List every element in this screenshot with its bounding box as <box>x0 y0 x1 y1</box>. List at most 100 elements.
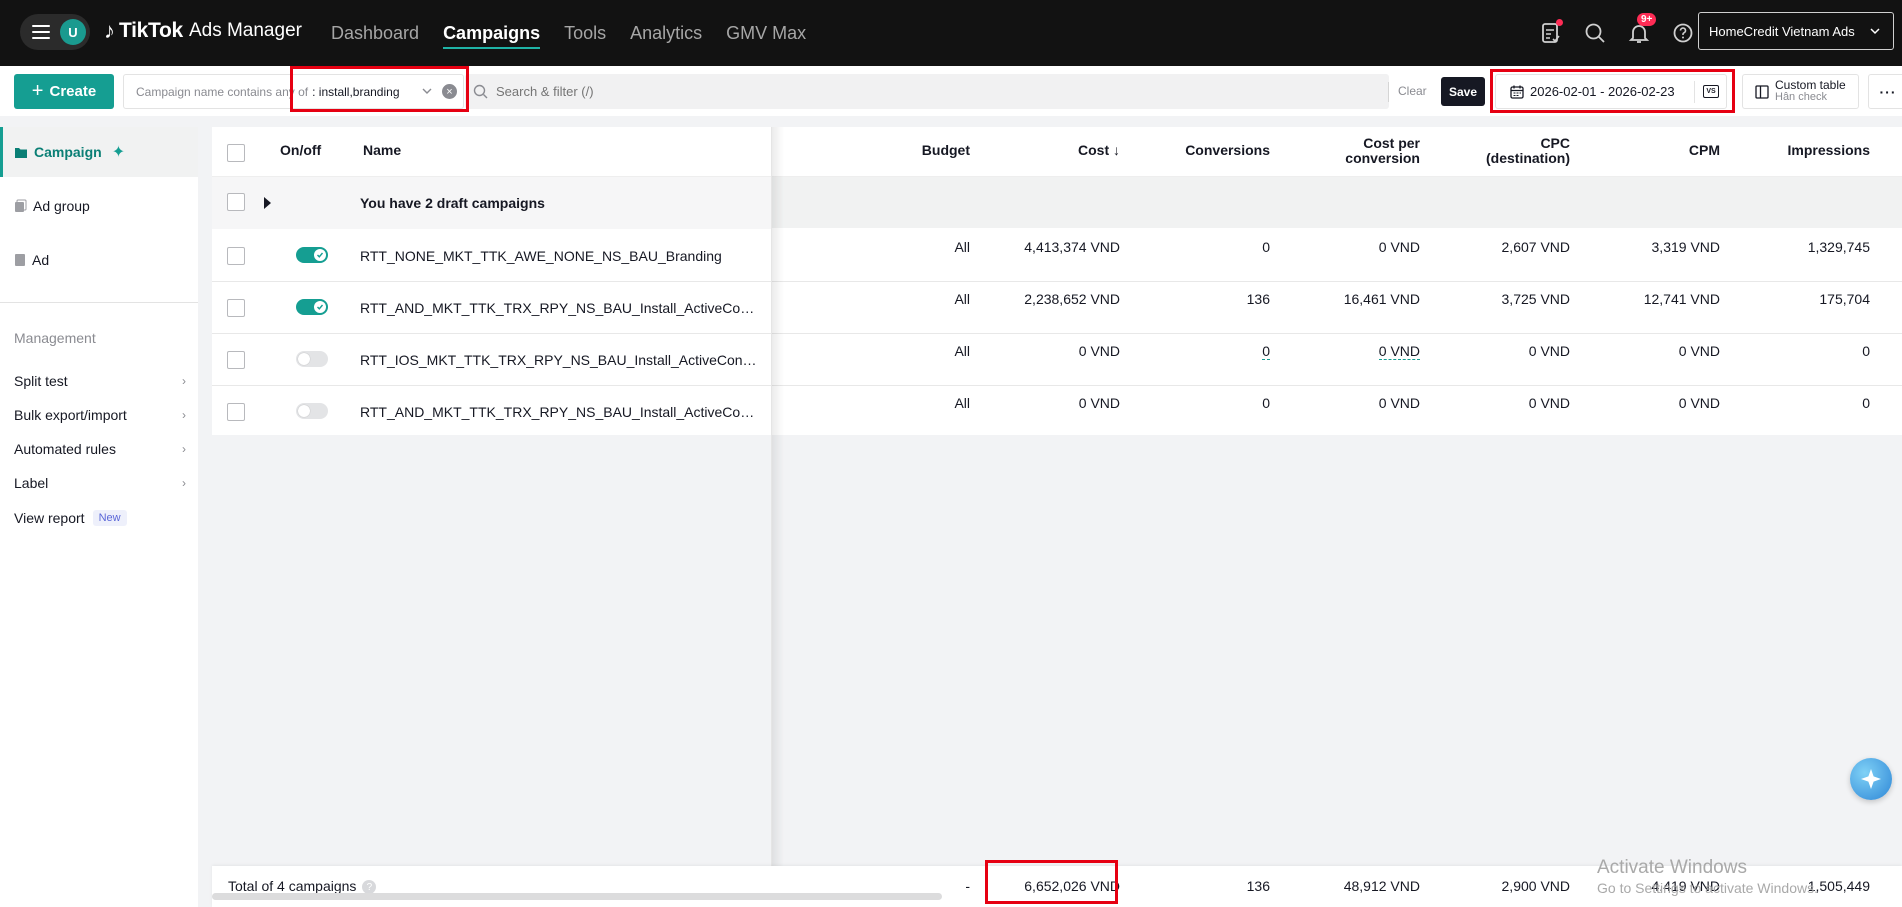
cell-conversions: 136 <box>1246 291 1270 307</box>
sidebar-item-bulk-export-import[interactable]: Bulk export/import › <box>14 407 186 423</box>
hamburger-icon[interactable] <box>32 25 50 39</box>
frozen-column-divider <box>771 127 772 907</box>
ai-assistant-button[interactable] <box>1850 758 1892 800</box>
draft-row-checkbox[interactable] <box>227 193 245 211</box>
header-cpc-destination[interactable]: CPC (destination) <box>1486 136 1570 165</box>
folder-icon <box>14 146 28 159</box>
create-button-label: Create <box>49 83 97 100</box>
custom-table-button[interactable]: Custom table Hân check <box>1742 74 1859 109</box>
status-toggle-on[interactable] <box>296 247 328 263</box>
tab-campaigns[interactable]: Campaigns <box>443 0 541 66</box>
status-toggle-off[interactable] <box>296 351 328 367</box>
plus-icon: + <box>31 80 44 102</box>
compare-icon[interactable]: VS <box>1703 85 1719 98</box>
help-icon[interactable] <box>1669 19 1697 47</box>
table-row[interactable]: RTT_IOS_MKT_TTK_TRX_RPY_NS_BAU_Install_A… <box>212 334 1902 386</box>
sidebar-item-split-test[interactable]: Split test › <box>14 373 186 389</box>
new-badge: New <box>92 510 127 526</box>
save-button[interactable]: Save <box>1441 77 1485 106</box>
status-toggle-off[interactable] <box>296 403 328 419</box>
cell-cpc: 3,725 VND <box>1501 291 1570 307</box>
header-cost-per-conversion-line2: conversion <box>1345 149 1420 166</box>
top-navigation-bar: U ♪ TikTok Ads Manager Dashboard Campaig… <box>0 0 1902 66</box>
account-selector[interactable]: HomeCredit Vietnam Ads <box>1698 12 1894 50</box>
clear-button[interactable]: Clear <box>1398 84 1427 98</box>
sidebar-item-label: Ad group <box>33 198 90 214</box>
sparkle-icon[interactable]: ✦ <box>112 142 125 162</box>
sidebar-item-view-report[interactable]: View report New <box>14 510 186 526</box>
sparkle-star-icon <box>1861 769 1881 789</box>
date-range-text: 2026-02-01 - 2026-02-23 <box>1530 84 1675 99</box>
horizontal-scrollbar[interactable] <box>212 893 942 900</box>
header-cost[interactable]: Cost ↓ <box>1078 143 1120 158</box>
header-conversions[interactable]: Conversions <box>1185 143 1270 158</box>
draft-campaigns-row[interactable]: You have 2 draft campaigns <box>212 177 1902 229</box>
date-range-picker[interactable]: 2026-02-01 - 2026-02-23 VS <box>1495 74 1727 109</box>
total-label-text: Total of 4 campaigns <box>228 878 357 894</box>
table-row[interactable]: RTT_AND_MKT_TTK_TRX_RPY_NS_BAU_Install_A… <box>212 386 1902 438</box>
management-item-label: View report <box>14 510 85 526</box>
tab-dashboard[interactable]: Dashboard <box>331 0 419 66</box>
search-icon[interactable] <box>1581 19 1609 47</box>
ad-group-icon <box>14 199 27 213</box>
header-cost-per-conversion[interactable]: Cost per conversion <box>1345 136 1420 165</box>
header-onoff[interactable]: On/off <box>280 143 321 158</box>
search-filter-box[interactable] <box>465 74 1389 109</box>
create-button[interactable]: + Create <box>14 74 114 109</box>
cell-conversions[interactable]: 0 <box>1262 343 1270 360</box>
tiktok-ads-manager-logo[interactable]: ♪ TikTok Ads Manager <box>104 18 302 44</box>
clear-filter-icon[interactable]: × <box>442 84 457 99</box>
cell-impressions: 175,704 <box>1819 291 1870 307</box>
select-all-checkbox[interactable] <box>227 144 245 162</box>
total-cost: 6,652,026 VND <box>1024 878 1120 894</box>
status-toggle-on[interactable] <box>296 299 328 315</box>
chevron-right-icon: › <box>182 374 186 388</box>
header-cpm[interactable]: CPM <box>1689 143 1720 158</box>
management-title: Management <box>14 330 96 346</box>
row-checkbox[interactable] <box>227 351 245 369</box>
cell-cpm: 3,319 VND <box>1651 239 1720 255</box>
main-tabs: Dashboard Campaigns Tools Analytics GMV … <box>331 0 830 66</box>
campaign-table: On/off Name Budget Cost ↓ Conversions Co… <box>212 127 1902 907</box>
chevron-down-icon[interactable] <box>421 85 433 97</box>
campaign-name[interactable]: RTT_AND_MKT_TTK_TRX_RPY_NS_BAU_Install_A… <box>360 300 760 316</box>
campaign-name[interactable]: RTT_IOS_MKT_TTK_TRX_RPY_NS_BAU_Install_A… <box>360 352 760 368</box>
row-checkbox[interactable] <box>227 299 245 317</box>
notification-badge: 9+ <box>1637 13 1657 26</box>
search-input[interactable] <box>496 84 1096 99</box>
expand-triangle-icon[interactable] <box>264 197 271 209</box>
table-row[interactable]: RTT_AND_MKT_TTK_TRX_RPY_NS_BAU_Install_A… <box>212 282 1902 334</box>
tab-tools[interactable]: Tools <box>564 0 606 66</box>
row-checkbox[interactable] <box>227 403 245 421</box>
sidebar-item-ad[interactable]: Ad <box>0 235 198 285</box>
windows-activation-watermark: Activate Windows Go to Settings to activ… <box>1597 856 1818 897</box>
menu-avatar-pill[interactable]: U <box>20 14 90 50</box>
header-impressions[interactable]: Impressions <box>1788 143 1870 158</box>
avatar[interactable]: U <box>60 19 86 45</box>
checklist-icon[interactable] <box>1537 19 1565 47</box>
sidebar-item-ad-group[interactable]: Ad group <box>0 181 198 231</box>
cell-budget: All <box>954 291 970 307</box>
sidebar-item-automated-rules[interactable]: Automated rules › <box>14 441 186 457</box>
header-name[interactable]: Name <box>363 143 401 158</box>
campaign-name[interactable]: RTT_NONE_MKT_TTK_AWE_NONE_NS_BAU_Brandin… <box>360 248 760 264</box>
cell-cost-per-conversion[interactable]: 0 VND <box>1378 343 1420 360</box>
tab-gmv-max[interactable]: GMV Max <box>726 0 806 66</box>
more-options-button[interactable]: ··· <box>1868 74 1902 109</box>
header-cpc-line2: (destination) <box>1486 149 1570 166</box>
account-name: HomeCredit Vietnam Ads <box>1709 23 1855 39</box>
bell-icon[interactable]: 9+ <box>1625 13 1657 47</box>
sidebar-item-label-manager[interactable]: Label › <box>14 475 186 491</box>
header-budget[interactable]: Budget <box>922 143 970 158</box>
sidebar-item-campaign[interactable]: Campaign ✦ <box>0 127 198 177</box>
checklist-badge-dot <box>1556 19 1563 26</box>
campaign-name[interactable]: RTT_AND_MKT_TTK_TRX_RPY_NS_BAU_Install_A… <box>360 404 760 420</box>
management-item-label: Split test <box>14 373 68 389</box>
row-checkbox[interactable] <box>227 247 245 265</box>
search-icon <box>473 84 488 99</box>
table-row[interactable]: RTT_NONE_MKT_TTK_AWE_NONE_NS_BAU_Brandin… <box>212 230 1902 282</box>
campaign-name-filter-chip[interactable]: Campaign name contains any of : install,… <box>123 74 464 109</box>
tab-analytics[interactable]: Analytics <box>630 0 702 66</box>
management-item-label: Bulk export/import <box>14 407 127 423</box>
chevron-right-icon: › <box>182 442 186 456</box>
